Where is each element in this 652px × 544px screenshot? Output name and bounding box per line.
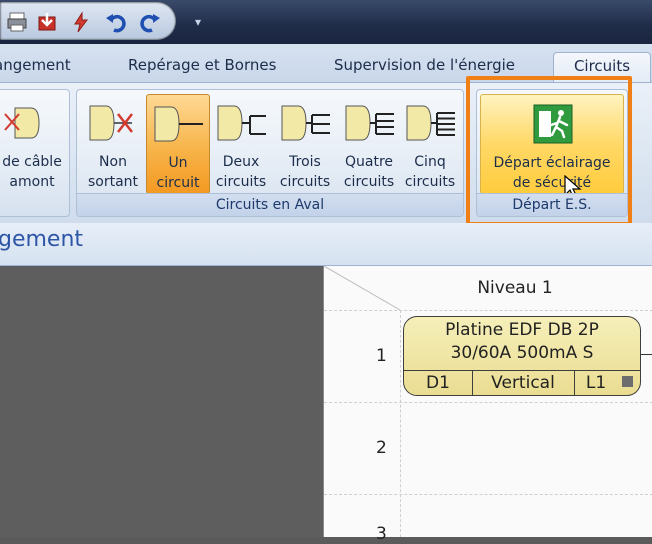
- undo-icon[interactable]: [104, 9, 130, 35]
- cinq-circuits-icon: [406, 105, 455, 141]
- deux-circuits-icon: [217, 105, 266, 141]
- cinq-circuits-label: Cinq circuits: [404, 154, 456, 190]
- redo-icon[interactable]: [136, 9, 162, 35]
- un-circuit-button[interactable]: Un circuit: [146, 94, 210, 194]
- trois-circuits-button[interactable]: Trois circuits: [274, 94, 336, 192]
- grid-row-divider: [324, 494, 652, 495]
- grid-corner-diagonal: [324, 266, 401, 311]
- non-sortant-icon: [89, 105, 133, 141]
- import-icon[interactable]: [34, 9, 60, 35]
- title-bar: ▾: [0, 0, 652, 44]
- customize-qat-icon[interactable]: ▾: [190, 12, 206, 32]
- cinq-circuits-button[interactable]: Cinq circuits: [399, 94, 461, 192]
- breaker-cell-id: D1: [426, 373, 450, 393]
- print-icon[interactable]: [4, 9, 30, 35]
- breaker-output-line: [641, 354, 652, 355]
- row-number: 2: [376, 438, 387, 458]
- non-sortant-button[interactable]: Non sortant: [82, 94, 144, 192]
- level-header: Niveau 1: [477, 278, 553, 298]
- trois-circuits-icon: [281, 105, 330, 141]
- workspace-background: [0, 266, 323, 537]
- breaker-block[interactable]: Platine EDF DB 2P 30/60A 500mA S D1 Vert…: [403, 316, 641, 396]
- cable-amont-button[interactable]: de câble amont: [1, 94, 63, 192]
- lightning-icon[interactable]: [68, 9, 94, 35]
- quatre-circuits-button[interactable]: Quatre circuits: [338, 94, 400, 192]
- breaker-footer: D1 Vertical L1: [404, 370, 640, 395]
- grid-row-divider: [324, 402, 652, 403]
- group-circuits-en-aval-label: Circuits en Aval: [77, 193, 463, 216]
- panel-header: gement: [0, 223, 652, 266]
- breaker-cell-orientation: Vertical: [491, 373, 555, 393]
- tab-reperage-bornes[interactable]: Repérage et Bornes: [128, 52, 276, 82]
- breaker-title: Platine EDF DB 2P 30/60A 500mA S: [445, 320, 599, 363]
- deux-circuits-label: Deux circuits: [215, 154, 267, 190]
- quick-access-toolbar: [0, 2, 176, 40]
- deux-circuits-button[interactable]: Deux circuits: [210, 94, 272, 192]
- row-number: 1: [376, 346, 387, 366]
- grid-header-divider: [324, 310, 652, 311]
- cable-icon: [4, 107, 40, 139]
- circuit-grid[interactable]: Niveau 1 1 2 3 Platine EDF DB 2P 30/60A …: [323, 266, 652, 544]
- quatre-circuits-icon: [345, 105, 394, 141]
- breaker-cell-phase: L1: [585, 373, 607, 393]
- trois-circuits-label: Trois circuits: [279, 154, 331, 190]
- tab-agencement[interactable]: angement: [0, 52, 71, 82]
- cable-amont-label: de câble amont: [2, 154, 62, 190]
- breaker-handle-icon[interactable]: [622, 376, 633, 387]
- row-number: 3: [376, 524, 387, 544]
- grid-column-divider: [400, 310, 401, 537]
- non-sortant-label: Non sortant: [87, 154, 139, 190]
- un-circuit-icon: [154, 106, 203, 142]
- highlight-box: [466, 76, 632, 226]
- group-circuits-en-aval: Non sortant Un circuit Deux circuits Tro…: [76, 89, 464, 217]
- panel-title: gement: [0, 227, 84, 252]
- group-cable-amont: de câble amont: [0, 89, 70, 217]
